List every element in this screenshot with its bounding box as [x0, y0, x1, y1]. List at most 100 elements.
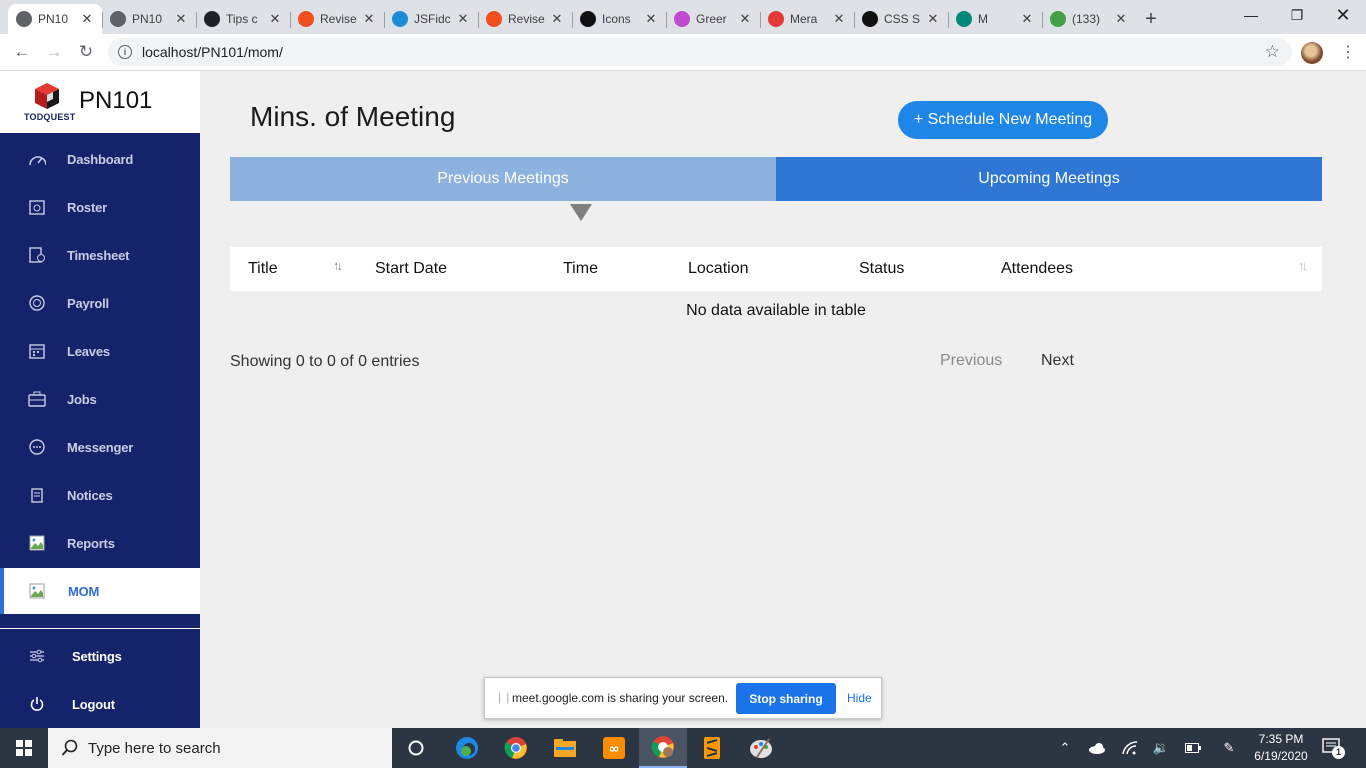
tab-close-icon[interactable]: ✕	[456, 11, 470, 27]
tab-label: Revise	[320, 12, 357, 26]
tab-close-icon[interactable]: ✕	[362, 11, 376, 27]
clock-time: 7:35 PM	[1258, 732, 1304, 746]
tab-label: Icons	[602, 12, 631, 26]
sidebar-item-dashboard[interactable]: Dashboard	[0, 136, 200, 182]
new-tab-button[interactable]: +	[1136, 4, 1166, 34]
tab-close-icon[interactable]: ✕	[174, 11, 188, 27]
tab-close-icon[interactable]: ✕	[644, 11, 658, 27]
tab-favicon-icon	[16, 11, 32, 27]
tab-close-icon[interactable]: ✕	[1020, 11, 1034, 27]
tab-close-icon[interactable]: ✕	[926, 11, 940, 27]
notification-center-icon[interactable]: 1	[1322, 738, 1345, 759]
chrome-icon[interactable]	[492, 728, 540, 768]
calendar-icon	[28, 342, 46, 360]
edge-icon[interactable]	[443, 728, 491, 768]
tab-previous-meetings[interactable]: Previous Meetings	[230, 157, 776, 201]
address-bar[interactable]: i localhost/PN101/mom/	[108, 38, 1292, 66]
payroll-icon	[28, 294, 46, 312]
browser-menu-icon[interactable]: ⋮	[1340, 42, 1356, 64]
browser-tab[interactable]: PN10 ✕	[102, 4, 196, 34]
browser-tab[interactable]: M ✕	[948, 4, 1042, 34]
sidebar-item-reports[interactable]: Reports	[0, 520, 200, 566]
hide-link[interactable]: Hide	[847, 691, 872, 705]
reload-icon[interactable]: ↻	[74, 40, 98, 64]
profile-avatar[interactable]	[1301, 42, 1323, 64]
browser-tab[interactable]: (133) ✕	[1042, 4, 1136, 34]
browser-tab[interactable]: JSFidc ✕	[384, 4, 478, 34]
stop-sharing-button[interactable]: Stop sharing	[736, 683, 836, 714]
sidebar-item-jobs[interactable]: Jobs	[0, 376, 200, 422]
bookmark-star-icon[interactable]: ☆	[1265, 42, 1280, 62]
restore-button[interactable]: ❐	[1274, 0, 1320, 30]
empty-table-message: No data available in table	[686, 302, 866, 319]
volume-icon[interactable]: 🔉	[1151, 728, 1171, 768]
column-start-date[interactable]: Start Date	[375, 247, 447, 291]
tab-close-icon[interactable]: ✕	[268, 11, 282, 27]
tab-favicon-icon	[110, 11, 126, 27]
tab-close-icon[interactable]: ✕	[80, 11, 94, 27]
browser-tab[interactable]: PN10 ✕	[8, 4, 102, 34]
pen-icon[interactable]: ✎	[1219, 728, 1239, 768]
taskbar-search-box[interactable]: Type here to search	[48, 728, 392, 768]
sidebar-item-mom[interactable]: MOM	[0, 568, 200, 614]
tab-close-icon[interactable]: ✕	[1114, 11, 1128, 27]
drag-handle-icon[interactable]: ❘❘	[495, 691, 512, 704]
sublime-text-icon[interactable]	[688, 728, 736, 768]
browser-tab[interactable]: CSS S ✕	[854, 4, 948, 34]
sidebar-item-timesheet[interactable]: Timesheet	[0, 232, 200, 278]
tab-label: Revise	[508, 12, 545, 26]
tab-label: Greer	[696, 12, 727, 26]
browser-tab[interactable]: Revise ✕	[478, 4, 572, 34]
browser-tab[interactable]: Mera ✕	[760, 4, 854, 34]
system-clock[interactable]: 7:35 PM 6/19/2020	[1248, 731, 1314, 765]
wifi-icon[interactable]	[1120, 728, 1140, 768]
tray-chevron-icon[interactable]: ⌃	[1055, 728, 1075, 768]
sidebar-item-leaves[interactable]: Leaves	[0, 328, 200, 374]
chrome-profile-icon[interactable]	[639, 728, 687, 768]
pagination-previous[interactable]: Previous	[940, 352, 1002, 370]
forward-icon[interactable]: →	[42, 40, 66, 64]
tab-close-icon[interactable]: ✕	[738, 11, 752, 27]
sidebar-item-notices[interactable]: Notices	[0, 472, 200, 518]
sidebar-item-messenger[interactable]: Messenger	[0, 424, 200, 470]
xampp-icon[interactable]: ∞	[590, 728, 638, 768]
brand-header: TODQUEST PN101	[0, 71, 200, 133]
back-icon[interactable]: ←	[10, 40, 34, 64]
tab-upcoming-meetings[interactable]: Upcoming Meetings	[776, 157, 1322, 201]
column-attendees[interactable]: Attendees	[1001, 247, 1073, 291]
tab-label: Mera	[790, 12, 818, 26]
column-time[interactable]: Time	[563, 247, 598, 291]
tab-close-icon[interactable]: ✕	[550, 11, 564, 27]
sidebar-item-settings[interactable]: Settings	[0, 633, 200, 679]
sidebar-item-payroll[interactable]: Payroll	[0, 280, 200, 326]
browser-tab[interactable]: Revise ✕	[290, 4, 384, 34]
sidebar-divider	[0, 628, 200, 629]
tab-favicon-icon	[1050, 11, 1066, 27]
sidebar-item-logout[interactable]: Logout	[0, 681, 200, 727]
sort-arrows-icon[interactable]: ↑↓	[1298, 258, 1308, 273]
browser-tab[interactable]: Greer ✕	[666, 4, 760, 34]
paint-icon[interactable]	[737, 728, 785, 768]
timesheet-icon	[28, 246, 46, 264]
file-explorer-icon[interactable]	[541, 728, 589, 768]
pagination-next[interactable]: Next	[1041, 352, 1074, 370]
column-title[interactable]: Title	[248, 247, 278, 291]
tab-close-icon[interactable]: ✕	[832, 11, 846, 27]
sidebar-item-label: Leaves	[67, 343, 110, 359]
sidebar-item-label: Logout	[72, 696, 115, 712]
battery-icon[interactable]	[1183, 728, 1203, 768]
sort-arrows-icon[interactable]: ↑↓	[333, 258, 343, 273]
cortana-icon[interactable]	[392, 728, 440, 768]
windows-start-icon[interactable]	[0, 728, 48, 768]
browser-tab[interactable]: Icons ✕	[572, 4, 666, 34]
column-status[interactable]: Status	[859, 247, 904, 291]
close-window-button[interactable]: ✕	[1320, 0, 1366, 30]
site-info-icon[interactable]: i	[118, 45, 132, 59]
onedrive-icon[interactable]	[1087, 728, 1107, 768]
clock-date: 6/19/2020	[1254, 749, 1308, 763]
sidebar-item-roster[interactable]: Roster	[0, 184, 200, 230]
browser-tab[interactable]: Tips c ✕	[196, 4, 290, 34]
column-location[interactable]: Location	[688, 247, 749, 291]
minimize-button[interactable]: —	[1228, 0, 1274, 30]
schedule-new-meeting-button[interactable]: + Schedule New Meeting	[898, 101, 1108, 139]
